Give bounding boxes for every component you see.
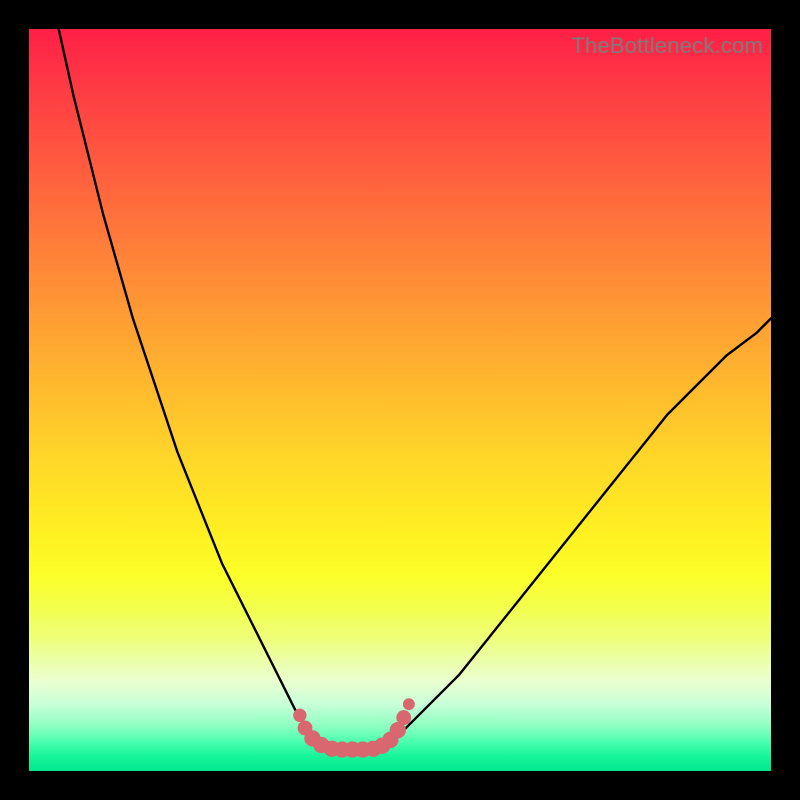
marker-layer bbox=[293, 698, 415, 757]
valley-marker bbox=[396, 710, 411, 725]
plot-area: TheBottleneck.com bbox=[29, 29, 771, 771]
curve-layer bbox=[59, 29, 771, 749]
valley-marker bbox=[403, 698, 415, 710]
outer-frame: TheBottleneck.com bbox=[0, 0, 800, 800]
chart-svg bbox=[29, 29, 771, 771]
valley-marker bbox=[293, 709, 306, 722]
bottleneck-curve bbox=[59, 29, 771, 749]
